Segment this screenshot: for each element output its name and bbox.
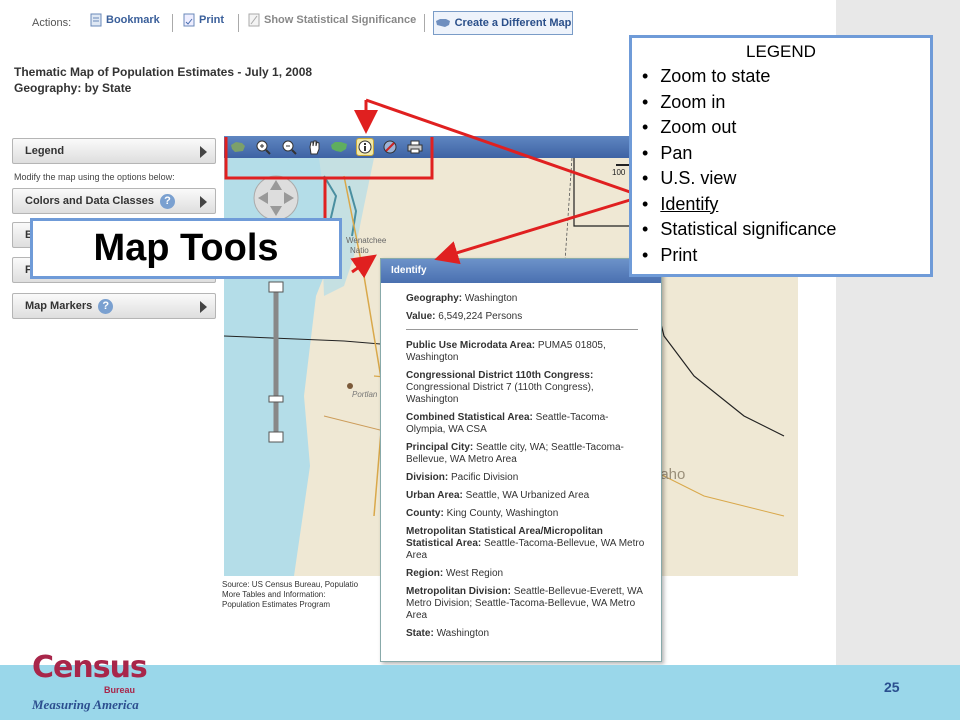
legend-item: Zoom out [642, 115, 930, 141]
bureau-text: Bureau [104, 685, 136, 695]
legend-box: LEGEND Zoom to state Zoom in Zoom out Pa… [629, 35, 933, 277]
legend-item: Statistical significance [642, 217, 930, 243]
legend-item: Zoom in [642, 90, 930, 116]
legend-title: LEGEND [746, 42, 816, 61]
arrow-to-identify-popup [434, 198, 631, 265]
toolbar-bracket [224, 137, 434, 180]
legend-list: Zoom to state Zoom in Zoom out Pan U.S. … [632, 64, 930, 268]
legend-item: U.S. view [642, 166, 930, 192]
page-number: 25 [884, 679, 900, 695]
census-logo: Census [32, 650, 148, 685]
legend-item-identify: Identify [642, 192, 930, 218]
legend-item: Pan [642, 141, 930, 167]
map-tools-callout: Map Tools [30, 218, 342, 279]
arrow-to-map-point [350, 254, 377, 279]
measuring-america-tagline: Measuring America [32, 697, 139, 712]
legend-item: Print [642, 243, 930, 269]
legend-item: Zoom to state [642, 64, 930, 90]
